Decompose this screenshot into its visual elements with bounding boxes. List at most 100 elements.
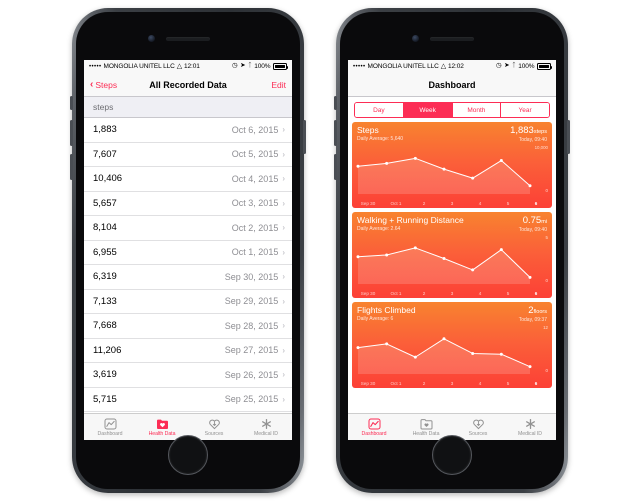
chevron-right-icon: › [282, 125, 285, 135]
card-timestamp: Today, 09:37 [518, 316, 547, 323]
chevron-right-icon: › [282, 149, 285, 159]
tab-medical-id[interactable]: Medical ID [504, 417, 556, 437]
table-row[interactable]: 7,133 Sep 29, 2015 › [84, 289, 292, 314]
battery-icon [273, 63, 289, 70]
x-axis-tick: 4 [478, 290, 482, 296]
silent-switch[interactable] [334, 96, 337, 110]
volume-up-button[interactable] [70, 120, 73, 146]
nav-bar-left: ‹ Steps All Recorded Data Edit [84, 73, 292, 97]
tab-label: Health Data [412, 431, 440, 437]
tab-sources[interactable]: Sources [452, 417, 504, 437]
segment-year[interactable]: Year [501, 103, 549, 117]
segment-month[interactable]: Month [452, 103, 502, 117]
power-button[interactable] [303, 120, 306, 154]
table-row[interactable]: 8,104 Oct 2, 2015 › [84, 216, 292, 241]
row-value: 11,206 [93, 344, 122, 356]
x-axis-tick: 3 [450, 290, 454, 296]
tab-dashboard[interactable]: Dashboard [84, 417, 136, 437]
segmented-control-wrap: Day Week Month Year [348, 97, 556, 122]
earpiece-speaker [166, 37, 210, 41]
row-date: Oct 1, 2015 [231, 247, 279, 258]
volume-down-button[interactable] [70, 154, 73, 180]
card-subtitle: Daily Average: 5,640 [357, 135, 404, 142]
phone-bezel-left: ••••• MONGOLIA UNITEL LLC △ 12:01 ◷ ➤ ᛏ … [76, 12, 300, 489]
chevron-left-icon: ‹ [90, 78, 94, 90]
tab-health-data[interactable]: Health Data [136, 417, 188, 437]
row-value: 6,955 [93, 246, 117, 258]
clock-label: 12:01 [184, 63, 200, 70]
x-axis-labels: Sep 30 Oct 1 2 3 4 5 6 [352, 201, 552, 206]
line-chart: 10,000 0 Sep 30 Oct 1 2 3 4 5 6 [352, 144, 552, 208]
dashboard-card[interactable]: Walking + Running Distance Daily Average:… [352, 212, 552, 298]
row-value: 5,715 [93, 393, 117, 405]
chevron-right-icon: › [282, 345, 285, 355]
segment-week[interactable]: Week [403, 103, 453, 117]
tab-health-data[interactable]: Health Data [400, 417, 452, 437]
clock-label: 12:02 [448, 63, 464, 70]
table-row[interactable]: 7,668 Sep 28, 2015 › [84, 314, 292, 339]
recorded-data-list[interactable]: steps 1,883 Oct 6, 2015 › 7,607 Oct 5, 2015 ›… [84, 97, 292, 413]
tab-dashboard[interactable]: Dashboard [348, 417, 400, 437]
tab-medical-id[interactable]: Medical ID [240, 417, 292, 437]
x-axis-tick: 5 [506, 380, 510, 386]
row-date: Sep 26, 2015 [224, 369, 279, 380]
medical-id-asterisk-icon [260, 417, 273, 430]
table-row[interactable]: 10,406 Oct 4, 2015 › [84, 167, 292, 192]
edit-button[interactable]: Edit [271, 80, 286, 90]
signal-strength-icon: ••••• [353, 63, 366, 70]
front-camera-icon [148, 35, 155, 42]
nav-bar-right: Dashboard [348, 73, 556, 97]
x-axis-tick: 5 [506, 200, 510, 206]
status-bar-right: ••••• MONGOLIA UNITEL LLC △ 12:02 ◷ ➤ ᛏ … [348, 60, 556, 73]
x-axis-tick: Oct 1 [390, 380, 402, 386]
row-date: Oct 4, 2015 [231, 173, 279, 184]
x-axis-tick: 6 [534, 200, 538, 206]
row-value: 5,657 [93, 197, 117, 209]
row-value: 1,883 [93, 124, 117, 136]
table-row[interactable]: 6,319 Sep 30, 2015 › [84, 265, 292, 290]
power-button[interactable] [567, 120, 570, 154]
x-axis-tick: 6 [534, 290, 538, 296]
back-button[interactable]: ‹ Steps [90, 78, 118, 90]
y-axis-min-label: 0 [545, 188, 548, 193]
table-row[interactable]: 6,955 Oct 1, 2015 › [84, 240, 292, 265]
x-axis-tick: 3 [450, 200, 454, 206]
dashboard-chart-icon [104, 417, 117, 430]
silent-switch[interactable] [70, 96, 73, 110]
bluetooth-icon: ᛏ [247, 62, 252, 70]
table-row[interactable]: 7,607 Oct 5, 2015 › [84, 142, 292, 167]
row-value: 7,607 [93, 148, 117, 160]
tab-label: Sources [468, 431, 488, 437]
x-axis-tick: 2 [422, 380, 426, 386]
dashboard-card[interactable]: Flights Climbed Daily Average: 6 2 floors To… [352, 302, 552, 388]
table-row[interactable]: 11,206 Sep 27, 2015 › [84, 338, 292, 363]
table-row[interactable]: 5,657 Oct 3, 2015 › [84, 191, 292, 216]
alarm-clock-icon: ◷ [496, 62, 502, 70]
chevron-right-icon: › [282, 272, 285, 282]
y-axis-min-label: 0 [545, 368, 548, 373]
tab-sources[interactable]: Sources [188, 417, 240, 437]
tab-label: Medical ID [253, 431, 278, 437]
chevron-right-icon: › [282, 174, 285, 184]
location-arrow-icon: ➤ [504, 62, 510, 70]
volume-up-button[interactable] [334, 120, 337, 146]
dashboard-card[interactable]: Steps Daily Average: 5,640 1,883steps Today… [352, 122, 552, 208]
carrier-label: MONGOLIA UNITEL LLC [367, 63, 439, 70]
screen-right: ••••• MONGOLIA UNITEL LLC △ 12:02 ◷ ➤ ᛏ … [348, 60, 556, 440]
x-axis-tick: 5 [506, 290, 510, 296]
table-row[interactable]: 5,715 Sep 25, 2015 › [84, 387, 292, 412]
table-row[interactable]: 1,883 Oct 6, 2015 › [84, 118, 292, 143]
iphone-device-left: ••••• MONGOLIA UNITEL LLC △ 12:01 ◷ ➤ ᛏ … [70, 8, 306, 493]
table-row[interactable]: 3,619 Sep 26, 2015 › [84, 363, 292, 388]
volume-down-button[interactable] [334, 154, 337, 180]
battery-percent-label: 100% [254, 63, 271, 70]
line-chart: 5 0 Sep 30 Oct 1 2 3 4 5 6 [352, 234, 552, 298]
earpiece-speaker [430, 37, 474, 41]
tab-label: Health Data [148, 431, 176, 437]
home-button[interactable] [432, 435, 472, 475]
home-button[interactable] [168, 435, 208, 475]
segment-day[interactable]: Day [355, 103, 404, 117]
x-axis-tick: 4 [478, 380, 482, 386]
time-range-segmented-control[interactable]: Day Week Month Year [354, 102, 550, 118]
back-button-label: Steps [95, 79, 118, 90]
